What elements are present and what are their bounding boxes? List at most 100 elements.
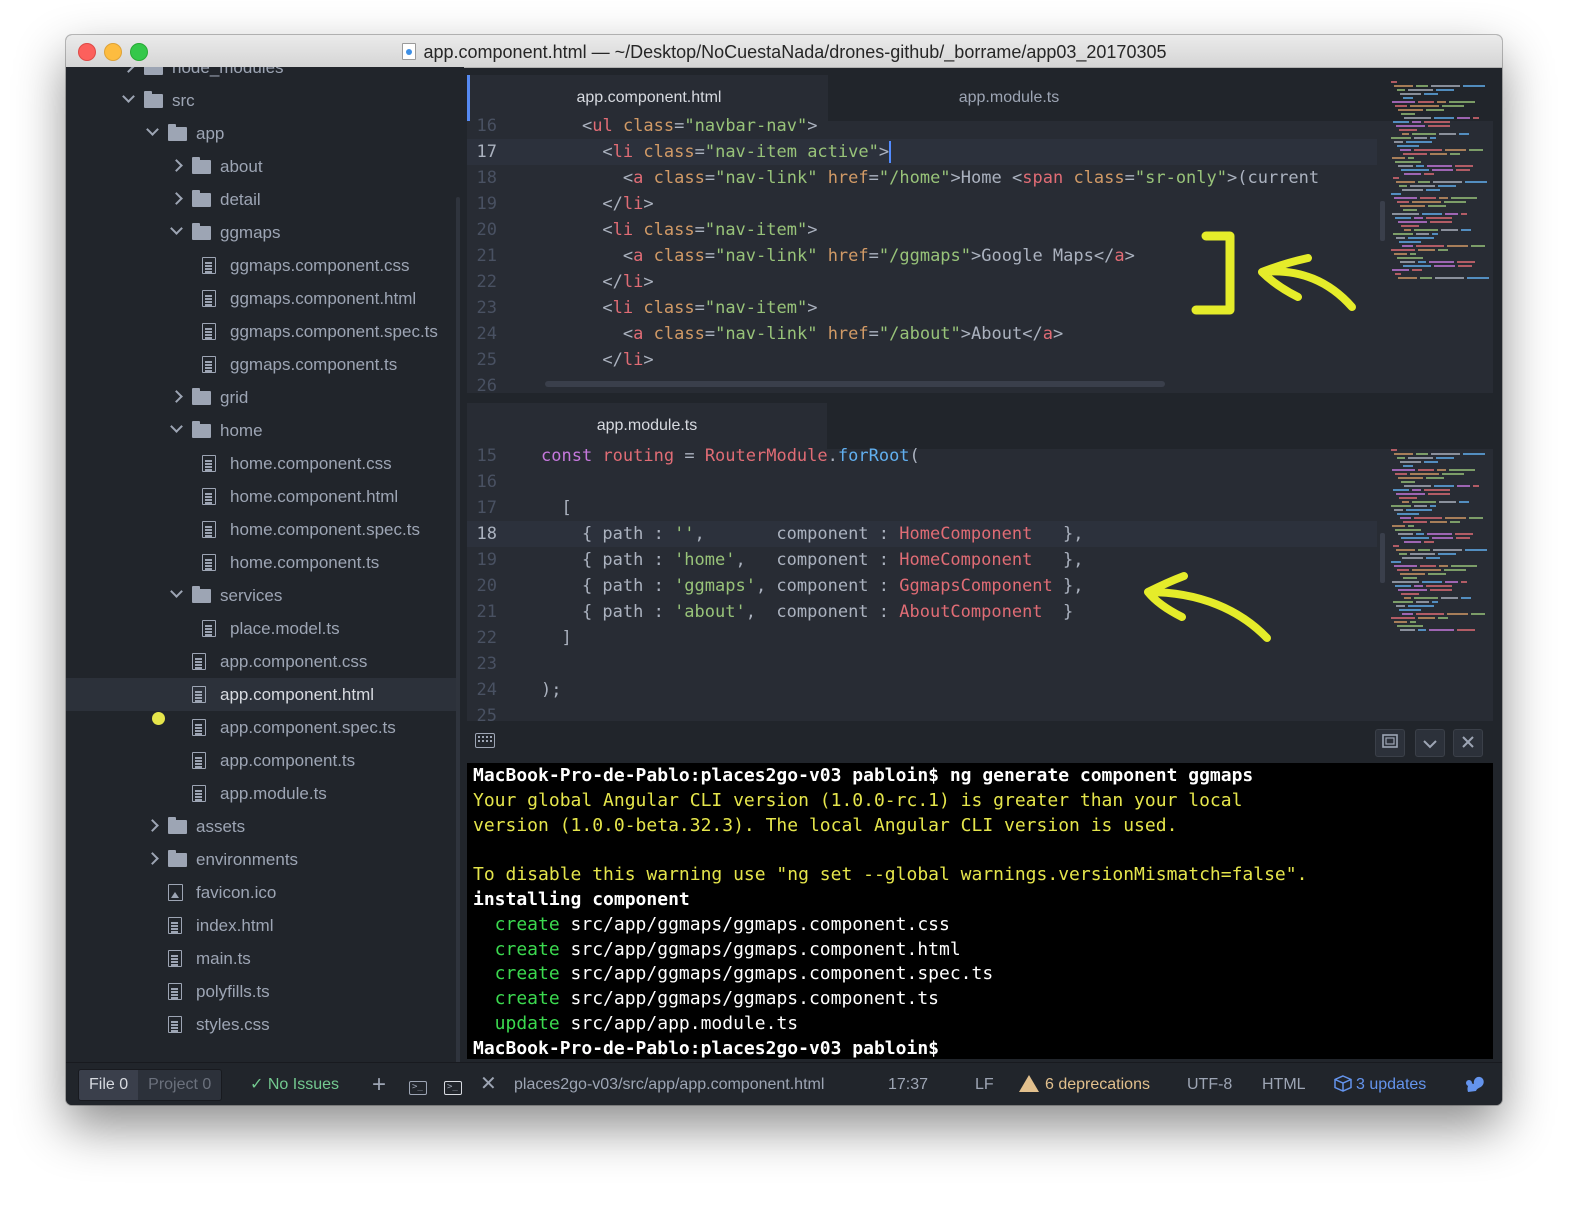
line-ending-selector[interactable]: LF — [975, 1063, 994, 1105]
code-line[interactable]: 20 { path : 'ggmaps', component : Ggmaps… — [467, 573, 1377, 599]
tree-item-app-component-ts[interactable]: app.component.ts — [66, 744, 456, 777]
tree-item-assets[interactable]: assets — [66, 810, 456, 843]
chevron-down-icon[interactable] — [146, 123, 159, 136]
code-line[interactable]: 17 [ — [467, 495, 1377, 521]
tree-item-grid[interactable]: grid — [66, 381, 456, 414]
tree-item-detail[interactable]: detail — [66, 183, 456, 216]
code-line[interactable]: 22 </li> — [467, 269, 1377, 295]
code-line[interactable]: 18 <a class="nav-link" href="/home">Home… — [467, 165, 1377, 191]
editor-pane-bottom[interactable]: app.module.ts 15 const routing = RouterMo… — [467, 403, 1493, 721]
close-all-terminals-button[interactable]: ✕ — [480, 1063, 497, 1105]
tree-item-favicon-ico[interactable]: favicon.ico — [66, 876, 456, 909]
minimap-line — [1412, 201, 1441, 203]
tree-item-app-component-html[interactable]: app.component.html — [66, 678, 456, 711]
tree-item-app-module-ts[interactable]: app.module.ts — [66, 777, 456, 810]
hide-terminal-button[interactable] — [1415, 729, 1445, 757]
tree-item-main-ts[interactable]: main.ts — [66, 942, 456, 975]
deprecations-status[interactable]: 6 deprecations — [1019, 1063, 1150, 1105]
chevron-right-icon[interactable] — [170, 159, 183, 172]
tree-item-node-modules[interactable]: node_modules — [66, 67, 456, 84]
tree-item-styles-css[interactable]: styles.css — [66, 1008, 456, 1041]
code-line[interactable]: 21 { path : 'about', component : AboutCo… — [467, 599, 1377, 625]
code-token: class — [653, 324, 705, 344]
tree-item-app[interactable]: app — [66, 117, 456, 150]
code-line[interactable]: 21 <a class="nav-link" href="/ggmaps">Go… — [467, 243, 1377, 269]
file-path[interactable]: places2go-v03/src/app/app.component.html — [514, 1063, 824, 1105]
code-line[interactable]: 25 </li> — [467, 347, 1377, 373]
tree-item-index-html[interactable]: index.html — [66, 909, 456, 942]
tree-item-about[interactable]: about — [66, 150, 456, 183]
chevron-down-icon[interactable] — [170, 420, 183, 433]
tree-item-ggmaps-component-spec-ts[interactable]: ggmaps.component.spec.ts — [66, 315, 456, 348]
tree-item-app-component-spec-ts[interactable]: app.component.spec.ts — [66, 711, 456, 744]
code-editor-top[interactable]: 16 <ul class="navbar-nav"> 17 <li class="… — [467, 81, 1493, 393]
tree-item-environments[interactable]: environments — [66, 843, 456, 876]
grammar-selector[interactable]: HTML — [1262, 1063, 1306, 1105]
tree-item-app-component-css[interactable]: app.component.css — [66, 645, 456, 678]
title-bar: app.component.html — ~/Desktop/NoCuestaN… — [66, 35, 1502, 68]
tree-item-home-component-ts[interactable]: home.component.ts — [66, 546, 456, 579]
terminal-tab-1[interactable]: >_ — [409, 1063, 427, 1105]
code-line[interactable]: 18 { path : '', component : HomeComponen… — [467, 521, 1377, 547]
tree-item-ggmaps-component-ts[interactable]: ggmaps.component.ts — [66, 348, 456, 381]
tree-item-home-component-html[interactable]: home.component.html — [66, 480, 456, 513]
tree-item-place-model-ts[interactable]: place.model.ts — [66, 612, 456, 645]
code-line[interactable]: 24); — [467, 677, 1377, 703]
code-line[interactable]: 23 <li class="nav-item"> — [467, 295, 1377, 321]
code-line[interactable]: 19 </li> — [467, 191, 1377, 217]
chevron-right-icon[interactable] — [146, 852, 159, 865]
tree-item-src[interactable]: src — [66, 84, 456, 117]
updates-status[interactable]: 3 updates — [1334, 1063, 1426, 1105]
code-line[interactable]: 16 <ul class="navbar-nav"> — [467, 113, 1377, 139]
code-line[interactable]: 24 <a class="nav-link" href="/about">Abo… — [467, 321, 1377, 347]
chevron-down-icon[interactable] — [170, 222, 183, 235]
maximize-terminal-button[interactable] — [1375, 729, 1405, 757]
tree-item-polyfills-ts[interactable]: polyfills.ts — [66, 975, 456, 1008]
horizontal-scrollbar[interactable] — [545, 381, 1165, 387]
add-terminal-button[interactable]: + — [372, 1063, 386, 1105]
code-editor-bottom[interactable]: 15 const routing = RouterModule.forRoot(1… — [467, 446, 1493, 721]
minimap-line — [1400, 461, 1421, 463]
close-terminal-button[interactable] — [1453, 729, 1483, 757]
chevron-right-icon[interactable] — [170, 390, 183, 403]
code-line[interactable]: 16 — [467, 469, 1377, 495]
no-issues-status[interactable]: ✓ No Issues — [250, 1063, 339, 1105]
code-line[interactable]: 22 ] — [467, 625, 1377, 651]
encoding-selector[interactable]: UTF-8 — [1187, 1063, 1232, 1105]
chevron-right-icon[interactable] — [146, 819, 159, 832]
code-line[interactable]: 20 <li class="nav-item"> — [467, 217, 1377, 243]
tree-item-home-component-spec-ts[interactable]: home.component.spec.ts — [66, 513, 456, 546]
tree-view[interactable]: node_modules src app about detail ggmaps ggmap… — [66, 67, 464, 1062]
tree-item-label: src — [172, 91, 195, 110]
code-token: [ — [541, 498, 572, 518]
terminal-output[interactable]: MacBook-Pro-de-Pablo:places2go-v03 pablo… — [467, 763, 1493, 1059]
package-icon — [1334, 1075, 1352, 1092]
tree-item-services[interactable]: services — [66, 579, 456, 612]
terminal-tab-2[interactable]: >_ — [444, 1063, 462, 1105]
vertical-scrollbar[interactable] — [1380, 533, 1385, 583]
tree-item-ggmaps-component-css[interactable]: ggmaps.component.css — [66, 249, 456, 282]
file-issues-tab[interactable]: File 0 — [79, 1070, 139, 1100]
tree-item-home-component-css[interactable]: home.component.css — [66, 447, 456, 480]
code-line[interactable]: 17 <li class="nav-item active"> — [467, 139, 1377, 165]
tree-item-home[interactable]: home — [66, 414, 456, 447]
chevron-right-icon[interactable] — [122, 67, 135, 73]
code-token: class — [643, 298, 695, 318]
project-issues-tab[interactable]: Project 0 — [138, 1070, 222, 1100]
tree-view-scrollbar-vertical[interactable] — [456, 197, 460, 1062]
minimap-line — [1432, 169, 1453, 171]
tree-item-ggmaps-component-html[interactable]: ggmaps.component.html — [66, 282, 456, 315]
tree-item-ggmaps[interactable]: ggmaps — [66, 216, 456, 249]
code-line[interactable]: 15 const routing = RouterModule.forRoot( — [467, 443, 1377, 469]
squirrel-icon[interactable] — [1464, 1074, 1484, 1092]
code-line[interactable]: 19 { path : 'home', component : HomeComp… — [467, 547, 1377, 573]
editor-pane-top[interactable]: app.component.html app.module.ts 16 <ul … — [467, 75, 1493, 393]
chevron-right-icon[interactable] — [170, 192, 183, 205]
keyboard-icon[interactable] — [475, 733, 495, 748]
chevron-down-icon[interactable] — [170, 585, 183, 598]
chevron-down-icon[interactable] — [122, 90, 135, 103]
code-line[interactable]: 23 — [467, 651, 1377, 677]
vertical-scrollbar[interactable] — [1380, 201, 1385, 241]
code-line[interactable]: 25 — [467, 703, 1377, 721]
cursor-position[interactable]: 17:37 — [888, 1063, 928, 1105]
